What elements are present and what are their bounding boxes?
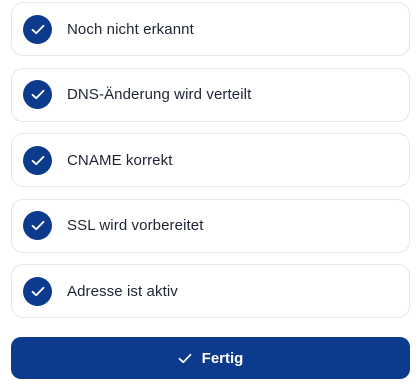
status-step-label: Adresse ist aktiv	[67, 282, 178, 300]
domain-setup-panel: Noch nicht erkannt DNS-Änderung wird ver…	[0, 0, 420, 390]
done-button-label: Fertig	[201, 349, 244, 367]
status-step: SSL wird vorbereitet	[11, 198, 410, 253]
status-step-label: SSL wird vorbereitet	[67, 217, 204, 234]
status-step: Noch nicht erkannt	[11, 2, 410, 56]
status-step-label: CNAME korrekt	[67, 151, 173, 169]
check-icon	[23, 145, 52, 175]
status-step: Adresse ist aktiv	[11, 264, 410, 318]
status-step: DNS-Änderung wird verteilt	[11, 67, 410, 122]
status-step: CNAME korrekt	[11, 133, 410, 187]
check-icon	[23, 80, 52, 109]
check-icon	[23, 276, 52, 306]
status-step-list: Noch nicht erkannt DNS-Änderung wird ver…	[11, 0, 410, 330]
status-step-label: Noch nicht erkannt	[67, 20, 194, 38]
check-icon	[23, 211, 52, 240]
status-step-label: DNS-Änderung wird verteilt	[67, 86, 252, 103]
check-icon	[178, 353, 192, 364]
done-button[interactable]: Fertig	[11, 337, 410, 379]
check-icon	[23, 14, 52, 44]
